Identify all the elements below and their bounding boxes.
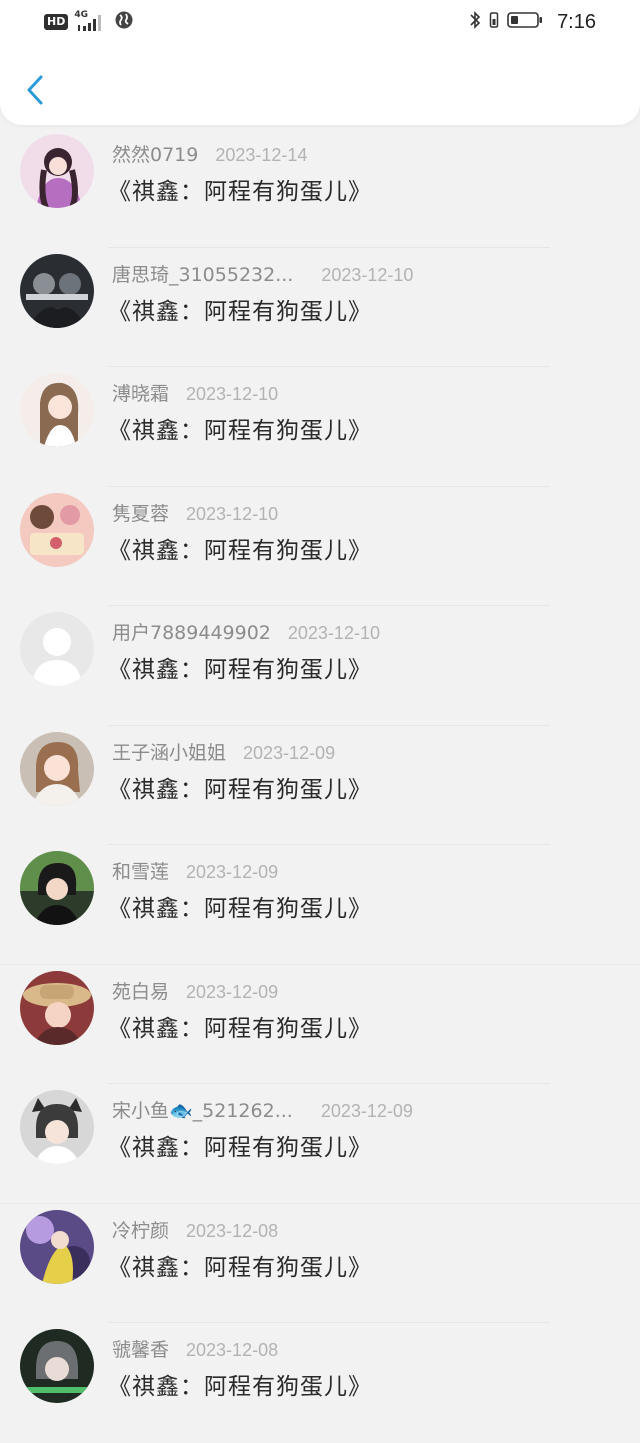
default-avatar[interactable]	[20, 612, 94, 686]
date: 2023-12-09	[243, 742, 336, 763]
story-title[interactable]: 《祺鑫：阿程有狗蛋儿》	[108, 889, 372, 923]
username: 苑白易	[112, 980, 170, 1003]
date: 2023-12-08	[186, 1220, 279, 1241]
item-meta: 用户7889449902 2023-12-10	[112, 618, 380, 645]
list-item[interactable]: 冷柠颜 2023-12-08 《祺鑫：阿程有狗蛋儿》	[0, 1204, 640, 1323]
story-title[interactable]: 《祺鑫：阿程有狗蛋儿》	[108, 1128, 372, 1162]
item-meta: 唐思琦_31055232... 2023-12-10	[112, 260, 413, 287]
item-meta: 溥晓霜 2023-12-10	[112, 379, 278, 406]
list-item[interactable]: 唐思琦_31055232... 2023-12-10 《祺鑫：阿程有狗蛋儿》	[0, 248, 640, 367]
item-meta: 虢馨香 2023-12-08	[112, 1335, 278, 1362]
date: 2023-12-10	[186, 503, 279, 524]
username: 和雪莲	[112, 861, 170, 883]
avatar[interactable]	[20, 731, 94, 806]
date: 2023-12-10	[186, 384, 279, 404]
username: 虢馨香	[112, 1339, 170, 1361]
item-meta: 隽夏蓉 2023-12-10	[112, 499, 278, 526]
status-left: HD 4G	[44, 10, 134, 34]
vibrate-icon	[489, 10, 499, 34]
list-item[interactable]: 然然0719 2023-12-14 《祺鑫：阿程有狗蛋儿》	[0, 128, 640, 248]
username: 王子涵小姐姐	[112, 741, 227, 764]
status-bar: HD 4G 7:16	[0, 0, 640, 44]
item-meta: 苑白易 2023-12-09	[112, 977, 278, 1004]
avatar[interactable]	[20, 970, 94, 1045]
story-title[interactable]: 《祺鑫：阿程有狗蛋儿》	[108, 531, 372, 565]
clock-time: 7:16	[557, 10, 596, 33]
story-title[interactable]: 《祺鑫：阿程有狗蛋儿》	[108, 1248, 372, 1282]
date: 2023-12-09	[186, 981, 279, 1002]
list-item[interactable]: 和雪莲 2023-12-09 《祺鑫：阿程有狗蛋儿》	[0, 845, 640, 965]
back-button[interactable]	[22, 72, 50, 108]
story-title[interactable]: 《祺鑫：阿程有狗蛋儿》	[108, 172, 372, 206]
avatar[interactable]	[20, 851, 94, 925]
story-title[interactable]: 《祺鑫：阿程有狗蛋儿》	[108, 770, 372, 804]
story-title[interactable]: 《祺鑫：阿程有狗蛋儿》	[108, 411, 372, 445]
signal-icon: 4G	[74, 10, 108, 33]
list-item[interactable]: 宋小鱼🐟_521262... 2023-12-09 《祺鑫：阿程有狗蛋儿》	[0, 1084, 640, 1204]
item-meta: 冷柠颜 2023-12-08	[112, 1216, 278, 1243]
username: 冷柠颜	[112, 1219, 170, 1242]
username: 然然0719	[112, 144, 199, 166]
item-meta: 王子涵小姐姐 2023-12-09	[112, 738, 335, 765]
avatar[interactable]	[20, 1090, 94, 1164]
username: 用户7889449902	[112, 622, 271, 644]
username: 溥晓霜	[112, 383, 170, 405]
list-item[interactable]: 虢馨香 2023-12-08 《祺鑫：阿程有狗蛋儿》	[0, 1323, 640, 1443]
hd-badge: HD	[44, 14, 69, 30]
bluetooth-icon	[469, 10, 481, 34]
avatar[interactable]	[20, 373, 94, 447]
status-right: 7:16	[469, 10, 596, 34]
list-item[interactable]: 用户7889449902 2023-12-10 《祺鑫：阿程有狗蛋儿》	[0, 606, 640, 726]
date: 2023-12-09	[186, 862, 279, 882]
globe-icon	[114, 10, 134, 34]
date: 2023-12-10	[321, 264, 414, 285]
item-meta: 和雪莲 2023-12-09	[112, 857, 278, 884]
story-title[interactable]: 《祺鑫：阿程有狗蛋儿》	[108, 292, 372, 326]
username: 隽夏蓉	[112, 502, 170, 525]
top-bar: HD 4G 7:16	[0, 0, 640, 125]
list-item[interactable]: 苑白易 2023-12-09 《祺鑫：阿程有狗蛋儿》	[0, 965, 640, 1084]
username: 宋小鱼🐟_521262...	[112, 1100, 293, 1122]
date: 2023-12-09	[320, 1101, 413, 1121]
item-meta: 然然0719 2023-12-14	[112, 140, 307, 167]
list-item[interactable]: 溥晓霜 2023-12-10 《祺鑫：阿程有狗蛋儿》	[0, 367, 640, 487]
network-type: 4G	[74, 10, 88, 20]
username: 唐思琦_31055232...	[112, 263, 294, 286]
battery-icon	[507, 10, 543, 34]
date: 2023-12-10	[287, 623, 380, 643]
story-title[interactable]: 《祺鑫：阿程有狗蛋儿》	[108, 1009, 372, 1043]
list-item[interactable]: 隽夏蓉 2023-12-10 《祺鑫：阿程有狗蛋儿》	[0, 487, 640, 606]
date: 2023-12-08	[186, 1340, 279, 1360]
avatar[interactable]	[20, 134, 94, 208]
avatar[interactable]	[20, 253, 94, 328]
avatar[interactable]	[20, 1329, 94, 1403]
item-meta: 宋小鱼🐟_521262... 2023-12-09	[112, 1096, 413, 1123]
avatar[interactable]	[20, 1209, 94, 1284]
favorites-list: 然然0719 2023-12-14 《祺鑫：阿程有狗蛋儿》 唐思琦_310552…	[0, 128, 640, 1443]
list-item[interactable]: 王子涵小姐姐 2023-12-09 《祺鑫：阿程有狗蛋儿》	[0, 726, 640, 845]
avatar[interactable]	[20, 492, 94, 567]
date: 2023-12-14	[215, 145, 308, 165]
story-title[interactable]: 《祺鑫：阿程有狗蛋儿》	[108, 650, 372, 684]
chevron-left-icon	[27, 75, 43, 105]
story-title[interactable]: 《祺鑫：阿程有狗蛋儿》	[108, 1367, 372, 1401]
